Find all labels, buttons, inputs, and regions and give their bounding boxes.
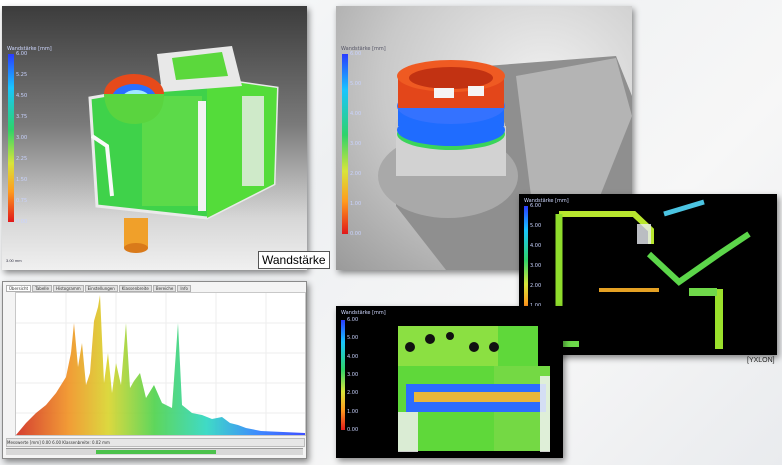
section-view-bottom: Wandstärke [mm] 6.00 5.00 4.00 3.00 2.00 1.00… [336,306,563,458]
tab-table[interactable]: Tabelle [32,285,52,292]
tab-bar: Übersicht Tabelle Histogramm Einstellung… [6,285,191,292]
histogram-plot [15,292,306,436]
wall-thickness-3d-view: Wandstärke [mm] 6.00 5.25 4.50 3.75 3.00 2.25… [2,6,307,270]
histogram-svg [16,293,305,435]
part-render [88,46,279,253]
tab-ranges[interactable]: Bereiche [152,285,177,292]
progress-fill [96,450,216,454]
wall-thickness-caption: Wandstärke [258,251,330,269]
tab-info[interactable]: Info [177,285,191,292]
yxlon-logo: [YXLON] [747,357,775,364]
tab-class-width[interactable]: Klassenbreite [118,285,152,292]
histogram-controls: Messwerte [mm] 0.00 6.00 Klassenbreite: … [6,438,305,447]
status-bar [6,448,303,455]
histogram-window: Übersicht Tabelle Histogramm Einstellung… [2,281,307,459]
tab-overview[interactable]: Übersicht [6,285,32,292]
section-render [398,326,550,452]
tab-histogram[interactable]: Histogramm [53,285,84,292]
footer-note: 3.00 mm [6,258,22,263]
tab-settings[interactable]: Einstellungen [84,285,118,292]
